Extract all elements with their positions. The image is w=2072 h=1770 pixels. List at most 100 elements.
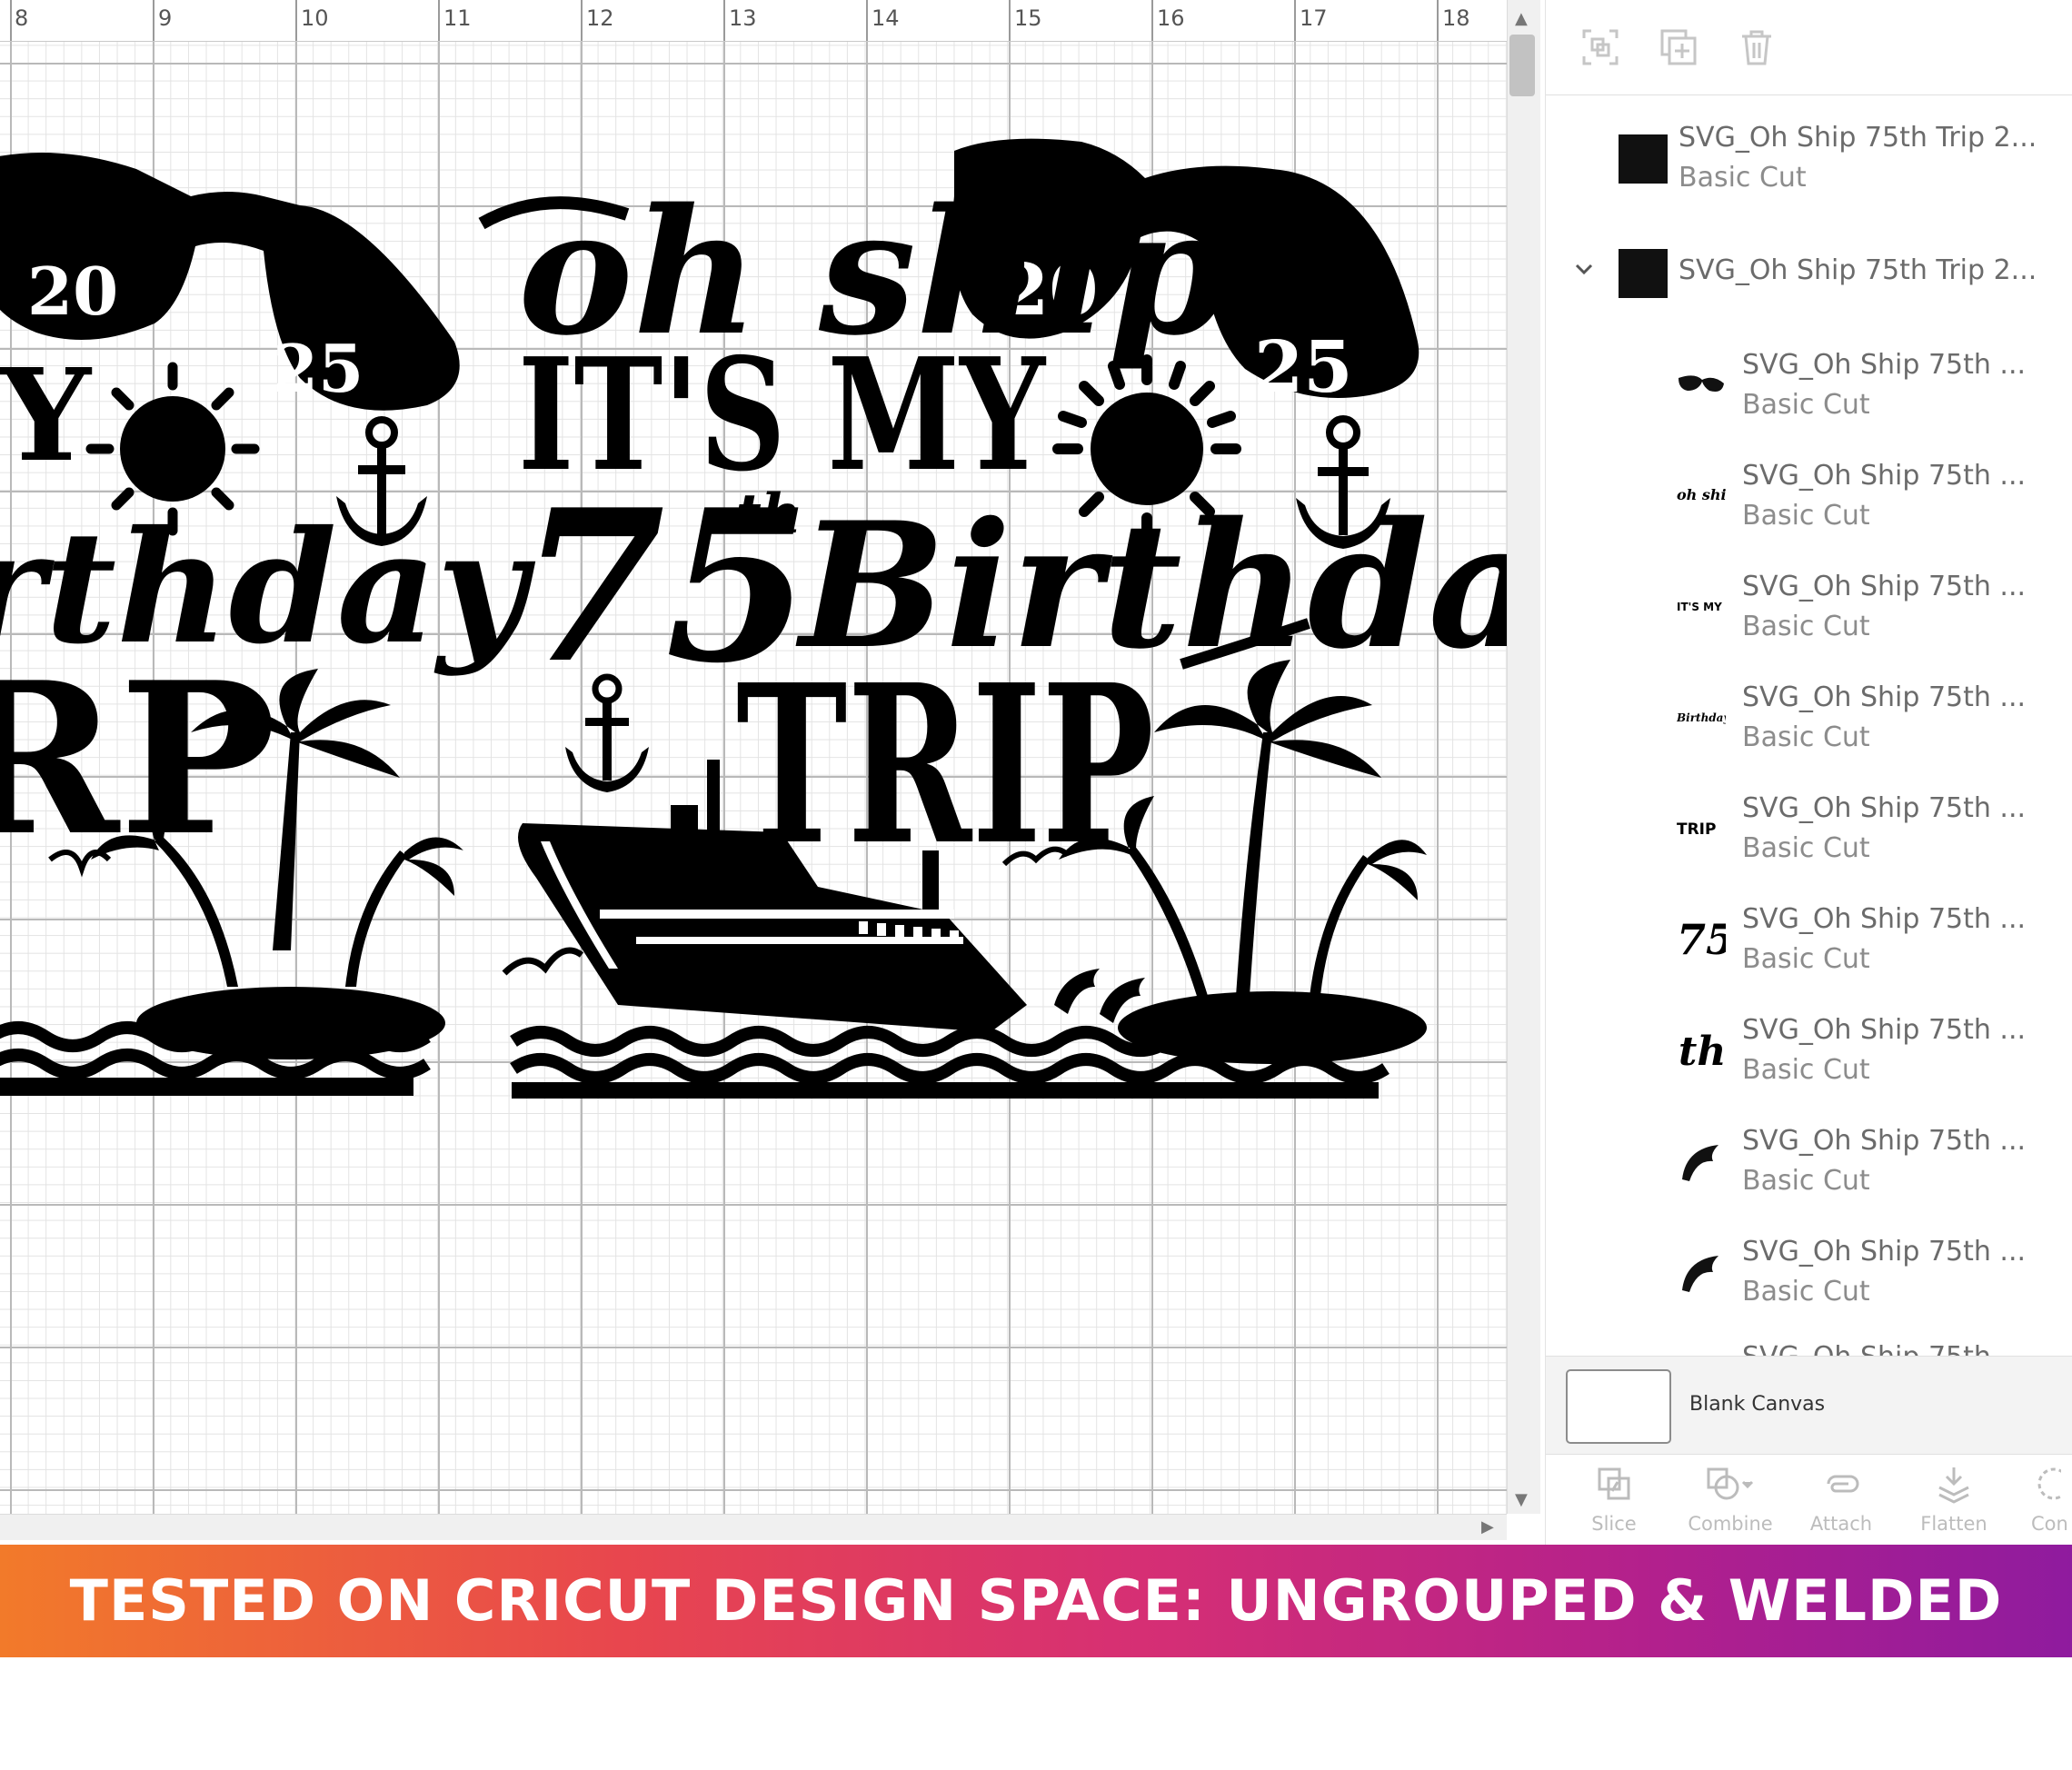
contour-icon — [2037, 1467, 2061, 1500]
layer-row[interactable]: oh ship SVG_Oh Ship 75th ... Basic Cut — [1546, 447, 2072, 547]
layer-name: SVG_Oh Ship 75th ... — [1742, 349, 2027, 381]
layer-type: Basic Cut — [1679, 162, 1807, 194]
attach-icon — [1827, 1475, 1859, 1493]
ruler-tick: 13 — [729, 5, 757, 31]
left-design-copy[interactable]: 20 25 Y rthday RP — [0, 153, 536, 1096]
ruler-tick: 10 — [301, 5, 329, 31]
its-my-text-partial: Y — [0, 342, 93, 491]
layer-type: Basic Cut — [1742, 1276, 1870, 1308]
group-icon[interactable] — [1580, 27, 1620, 67]
layer-row[interactable]: TRIP SVG_Oh Ship 75th ... Basic Cut — [1546, 780, 2072, 880]
ruler-tick: 11 — [443, 5, 472, 31]
combine-icon — [1707, 1467, 1754, 1500]
attach-button[interactable]: Attach — [1791, 1464, 1891, 1535]
ruler-tick: 14 — [872, 5, 900, 31]
layer-thumbnail — [1619, 249, 1668, 298]
layer-row[interactable]: 75 SVG_Oh Ship 75th ... Basic Cut — [1546, 890, 2072, 990]
horizontal-scrollbar[interactable] — [0, 1514, 1507, 1540]
layer-type: Basic Cut — [1742, 389, 1870, 421]
layer-name: SVG_Oh Ship 75th Trip 2... — [1679, 254, 2037, 286]
sun-icon — [120, 396, 225, 502]
suffix-th-text: th — [736, 482, 801, 546]
layer-name: SVG_Oh Ship 75th ... — [1742, 1014, 2027, 1046]
ruler-tick: 9 — [158, 5, 173, 31]
chevron-down-icon[interactable] — [1573, 258, 1595, 280]
ruler-tick: 12 — [586, 5, 614, 31]
contour-button[interactable]: Con — [2009, 1464, 2072, 1535]
layer-name: SVG_Oh Ship 75th ... — [1742, 1125, 2027, 1157]
birthday-thumbnail: Birthday — [1676, 709, 1730, 758]
blank-canvas-thumbnail — [1566, 1369, 1671, 1444]
svg-text:th: th — [1679, 1029, 1726, 1074]
design-artwork[interactable]: 20 25 Y rthday RP 20 25 oh ship IT'S MY … — [0, 42, 1507, 1514]
sunglasses-thumbnail — [1677, 371, 1726, 420]
number-75-thumbnail: 75 — [1677, 914, 1735, 964]
trip-text: TRIP — [736, 637, 1154, 893]
flatten-button[interactable]: Flatten — [1904, 1464, 2004, 1535]
layer-type: Basic Cut — [1742, 832, 1870, 864]
ruler-tick: 8 — [15, 5, 29, 31]
layer-row[interactable]: SVG_Oh Ship 75th ... Basic Cut — [1546, 1112, 2072, 1212]
layer-name: SVG_Oh Ship 75th ... — [1742, 1236, 2027, 1268]
slice-label: Slice — [1591, 1513, 1637, 1535]
layer-row[interactable]: SVG_Oh Ship 75th ... — [1546, 1334, 2072, 1356]
svg-text:TRIP: TRIP — [1677, 820, 1716, 839]
ruler-tick: 16 — [1157, 5, 1185, 31]
ruler-tick: 15 — [1014, 5, 1042, 31]
scroll-up-icon[interactable]: ▲ — [1515, 9, 1528, 28]
slice-icon — [1598, 1467, 1630, 1500]
layer-row[interactable]: SVG_Oh Ship 75th ... Basic Cut — [1546, 1223, 2072, 1323]
layer-name: SVG_Oh Ship 75th ... — [1742, 792, 2027, 824]
flatten-icon — [1938, 1467, 1969, 1504]
layer-group-row[interactable]: SVG_Oh Ship 75th Trip 2... — [1546, 224, 2072, 323]
scroll-down-icon[interactable]: ▼ — [1515, 1490, 1528, 1509]
design-canvas[interactable]: 20 25 Y rthday RP 20 25 oh ship IT'S MY … — [0, 42, 1507, 1514]
layer-type: Basic Cut — [1742, 721, 1870, 753]
svg-text:Birthday: Birthday — [1677, 711, 1726, 724]
slice-button[interactable]: Slice — [1564, 1464, 1664, 1535]
layer-name: SVG_Oh Ship 75th ... — [1742, 1341, 2026, 1356]
layer-row[interactable]: Birthday SVG_Oh Ship 75th ... Basic Cut — [1546, 669, 2072, 769]
dolphin-thumbnail — [1677, 1247, 1726, 1296]
layer-type: Basic Cut — [1742, 943, 1870, 975]
layer-type: Basic Cut — [1742, 500, 1870, 532]
blank-canvas-row[interactable]: Blank Canvas — [1546, 1356, 2072, 1455]
script-text-thumbnail: oh ship — [1677, 483, 1737, 532]
blank-canvas-label: Blank Canvas — [1689, 1393, 1826, 1416]
layer-row[interactable]: SVG_Oh Ship 75th Trip 2... Basic Cut — [1546, 109, 2072, 209]
svg-text:75: 75 — [1677, 915, 1726, 963]
layer-tools-bar: Slice Combine Attach Flatten Con — [1546, 1454, 2072, 1546]
scroll-right-icon[interactable]: ▶ — [1481, 1517, 1494, 1536]
suffix-th-thumbnail: th — [1677, 1025, 1726, 1075]
attach-label: Attach — [1809, 1513, 1873, 1535]
layer-name: SVG_Oh Ship 75th ... — [1742, 460, 2027, 492]
delete-icon[interactable] — [1737, 27, 1777, 67]
trip-thumbnail: TRIP — [1677, 818, 1726, 867]
ruler-tick: 17 — [1300, 5, 1328, 31]
bird-icon — [502, 947, 584, 976]
waves-base — [0, 1078, 413, 1096]
layer-row[interactable]: SVG_Oh Ship 75th ... Basic Cut — [1546, 336, 2072, 436]
layer-type: Basic Cut — [1742, 611, 1870, 642]
vertical-scrollbar[interactable] — [1507, 0, 1540, 1514]
layer-row[interactable]: IT'S MY SVG_Oh Ship 75th ... Basic Cut — [1546, 558, 2072, 658]
duplicate-icon[interactable] — [1659, 27, 1698, 67]
combine-button[interactable]: Combine — [1680, 1464, 1780, 1535]
year-left-text: 20 — [27, 253, 118, 330]
combine-label: Combine — [1688, 1513, 1773, 1535]
layer-type: Basic Cut — [1742, 1054, 1870, 1086]
layer-name: SVG_Oh Ship 75th ... — [1742, 571, 2027, 602]
waves-base — [512, 1082, 1379, 1099]
layer-name: SVG_Oh Ship 75th ... — [1742, 903, 2027, 935]
ruler-tick: 18 — [1442, 5, 1470, 31]
its-my-thumbnail: IT'S MY — [1677, 598, 1726, 647]
anchor-icon — [336, 416, 427, 546]
top-ruler: 8 9 10 11 12 13 14 15 16 17 18 — [0, 0, 1507, 42]
vertical-scroll-thumb[interactable] — [1509, 35, 1535, 96]
main-design[interactable]: 20 25 oh ship IT'S MY 75 th Birthday — [478, 138, 1507, 1099]
layer-row[interactable]: th SVG_Oh Ship 75th ... Basic Cut — [1546, 1001, 2072, 1101]
layer-thumbnail — [1619, 134, 1668, 184]
contour-label: Con — [2031, 1513, 2068, 1535]
dolphin-thumbnail — [1677, 1136, 1726, 1185]
svg-text:IT'S MY: IT'S MY — [1677, 601, 1722, 613]
